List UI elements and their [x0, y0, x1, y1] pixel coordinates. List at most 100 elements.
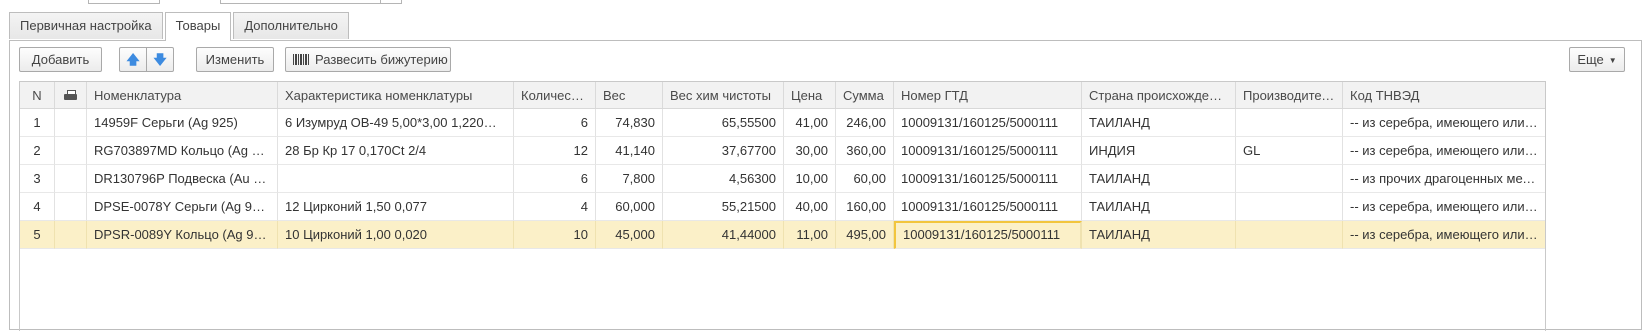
- col-header-n[interactable]: N: [20, 82, 55, 108]
- table-row-selected[interactable]: 5 DPSR-0089Y Кольцо (Ag 925) 10 Цирконий…: [20, 221, 1545, 249]
- cell-quantity[interactable]: 10: [514, 221, 596, 249]
- cell-gtd[interactable]: 10009131/160125/5000111: [894, 165, 1082, 193]
- cell-gtd[interactable]: 10009131/160125/5000111: [894, 193, 1082, 221]
- cell-nomenclature[interactable]: RG703897MD Кольцо (Ag 925): [87, 137, 278, 165]
- chevron-down-icon: ▼: [1608, 56, 1617, 65]
- cell-manufacturer[interactable]: [1236, 109, 1343, 137]
- col-header-manufacturer[interactable]: Производитель: [1236, 82, 1343, 108]
- col-header-sum[interactable]: Сумма: [836, 82, 894, 108]
- col-header-tnved[interactable]: Код ТНВЭД: [1343, 82, 1545, 108]
- more-button[interactable]: Еще ▼: [1569, 47, 1625, 72]
- add-button[interactable]: Добавить: [19, 47, 102, 72]
- cell-nomenclature[interactable]: DPSE-0078Y Серьги (Ag 925): [87, 193, 278, 221]
- col-header-gtd[interactable]: Номер ГТД: [894, 82, 1082, 108]
- cell-price[interactable]: 40,00: [784, 193, 836, 221]
- cell-weight[interactable]: 41,140: [596, 137, 663, 165]
- cell-tnved[interactable]: -- из серебра, имеющего или не и: [1343, 221, 1545, 249]
- goods-table: N Номенклатура Характеристика номенклату…: [19, 81, 1546, 331]
- cell-print[interactable]: [55, 165, 87, 193]
- cell-characteristic[interactable]: 28 Бр Кр 17 0,170Ct 2/4: [278, 137, 514, 165]
- cell-tnved[interactable]: -- из серебра, имеющего или не и: [1343, 193, 1545, 221]
- cell-gtd[interactable]: 10009131/160125/5000111: [894, 109, 1082, 137]
- cell-print[interactable]: [55, 193, 87, 221]
- cell-sum[interactable]: 246,00: [836, 109, 894, 137]
- cell-print[interactable]: [55, 221, 87, 249]
- col-header-weight[interactable]: Вес: [596, 82, 663, 108]
- cell-manufacturer[interactable]: [1236, 193, 1343, 221]
- col-header-quantity[interactable]: Количество: [514, 82, 596, 108]
- cell-nomenclature[interactable]: DPSR-0089Y Кольцо (Ag 925): [87, 221, 278, 249]
- cell-weight[interactable]: 7,800: [596, 165, 663, 193]
- table-row[interactable]: 1 14959F Серьги (Ag 925) 6 Изумруд OB-49…: [20, 109, 1545, 137]
- cell-characteristic[interactable]: [278, 165, 514, 193]
- cell-quantity[interactable]: 6: [514, 109, 596, 137]
- cell-tnved[interactable]: -- из серебра, имеющего или не и: [1343, 109, 1545, 137]
- top-select-field[interactable]: [220, 0, 402, 4]
- cell-n[interactable]: 3: [20, 165, 55, 193]
- move-up-button[interactable]: 🡅: [119, 47, 147, 72]
- tab-goods[interactable]: Товары: [164, 12, 232, 41]
- cell-characteristic[interactable]: 10 Цирконий 1,00 0,020: [278, 221, 514, 249]
- cell-weight[interactable]: 60,000: [596, 193, 663, 221]
- top-input-field[interactable]: [88, 0, 160, 4]
- cell-manufacturer[interactable]: [1236, 165, 1343, 193]
- cell-manufacturer[interactable]: [1236, 221, 1343, 249]
- cell-print[interactable]: [55, 137, 87, 165]
- cell-quantity[interactable]: 6: [514, 165, 596, 193]
- cell-sum[interactable]: 60,00: [836, 165, 894, 193]
- cell-n[interactable]: 1: [20, 109, 55, 137]
- col-header-nomenclature[interactable]: Номенклатура: [87, 82, 278, 108]
- cell-gtd-focused[interactable]: 10009131/160125/5000111: [894, 221, 1082, 249]
- cell-pure-weight[interactable]: 55,21500: [663, 193, 784, 221]
- cell-price[interactable]: 10,00: [784, 165, 836, 193]
- cell-characteristic[interactable]: 6 Изумруд OB-49 5,00*3,00 1,220Ct...: [278, 109, 514, 137]
- table-row[interactable]: 4 DPSE-0078Y Серьги (Ag 925) 12 Цирконий…: [20, 193, 1545, 221]
- cell-pure-weight[interactable]: 65,55500: [663, 109, 784, 137]
- cell-tnved[interactable]: -- из прочих драгоценных металло: [1343, 165, 1545, 193]
- tab-initial-setup[interactable]: Первичная настройка: [9, 12, 163, 39]
- col-header-price[interactable]: Цена: [784, 82, 836, 108]
- col-header-pure-weight[interactable]: Вес хим чистоты: [663, 82, 784, 108]
- cell-n[interactable]: 4: [20, 193, 55, 221]
- cell-country[interactable]: ТАИЛАНД: [1082, 221, 1236, 249]
- cell-characteristic[interactable]: 12 Цирконий 1,50 0,077: [278, 193, 514, 221]
- cell-n[interactable]: 2: [20, 137, 55, 165]
- col-header-characteristic[interactable]: Характеристика номенклатуры: [278, 82, 514, 108]
- cell-sum[interactable]: 160,00: [836, 193, 894, 221]
- cell-price[interactable]: 41,00: [784, 109, 836, 137]
- table-row[interactable]: 3 DR130796P Подвеска (Au 585) 6 7,800 4,…: [20, 165, 1545, 193]
- cell-sum[interactable]: 495,00: [836, 221, 894, 249]
- top-fields: [0, 0, 420, 5]
- edit-button[interactable]: Изменить: [196, 47, 274, 72]
- weigh-jewelry-button[interactable]: Развесить бижутерию: [285, 47, 451, 72]
- cell-pure-weight[interactable]: 41,44000: [663, 221, 784, 249]
- cell-weight[interactable]: 74,830: [596, 109, 663, 137]
- cell-country[interactable]: ТАИЛАНД: [1082, 193, 1236, 221]
- move-down-button[interactable]: 🡇: [146, 47, 174, 72]
- col-header-print[interactable]: [55, 82, 87, 108]
- dropdown-button[interactable]: [380, 0, 401, 3]
- cell-country[interactable]: ТАИЛАНД: [1082, 109, 1236, 137]
- tab-bar: Первичная настройка Товары Дополнительно: [9, 12, 351, 41]
- cell-quantity[interactable]: 12: [514, 137, 596, 165]
- cell-pure-weight[interactable]: 37,67700: [663, 137, 784, 165]
- cell-tnved[interactable]: -- из серебра, имеющего или не и: [1343, 137, 1545, 165]
- cell-weight[interactable]: 45,000: [596, 221, 663, 249]
- cell-country[interactable]: ТАИЛАНД: [1082, 165, 1236, 193]
- cell-price[interactable]: 11,00: [784, 221, 836, 249]
- cell-pure-weight[interactable]: 4,56300: [663, 165, 784, 193]
- cell-print[interactable]: [55, 109, 87, 137]
- arrow-down-icon: 🡇: [153, 52, 167, 67]
- col-header-country[interactable]: Страна происхождения: [1082, 82, 1236, 108]
- cell-gtd[interactable]: 10009131/160125/5000111: [894, 137, 1082, 165]
- cell-manufacturer[interactable]: GL: [1236, 137, 1343, 165]
- cell-price[interactable]: 30,00: [784, 137, 836, 165]
- cell-sum[interactable]: 360,00: [836, 137, 894, 165]
- cell-nomenclature[interactable]: DR130796P Подвеска (Au 585): [87, 165, 278, 193]
- table-row[interactable]: 2 RG703897MD Кольцо (Ag 925) 28 Бр Кр 17…: [20, 137, 1545, 165]
- cell-quantity[interactable]: 4: [514, 193, 596, 221]
- cell-n[interactable]: 5: [20, 221, 55, 249]
- tab-additional[interactable]: Дополнительно: [233, 12, 349, 39]
- cell-nomenclature[interactable]: 14959F Серьги (Ag 925): [87, 109, 278, 137]
- cell-country[interactable]: ИНДИЯ: [1082, 137, 1236, 165]
